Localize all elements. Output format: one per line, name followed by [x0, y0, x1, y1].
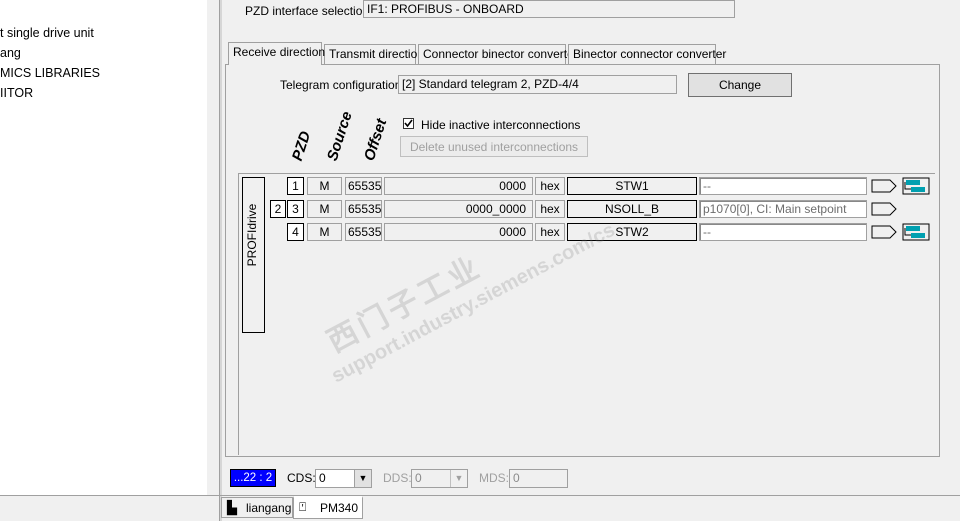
hide-inactive-label: Hide inactive interconnections — [421, 118, 581, 132]
bottom-tab-label: PM340 — [320, 501, 359, 515]
target-field[interactable]: -- — [699, 177, 867, 195]
target-field[interactable]: p1070[0], CI: Main setpoint — [699, 200, 867, 218]
signal-name[interactable]: STW1 — [567, 177, 697, 195]
tree-item-libraries[interactable]: MICS LIBRARIES — [0, 66, 100, 80]
source-cell[interactable]: M — [307, 223, 342, 241]
tab-transmit-direction[interactable]: Transmit direction — [324, 44, 424, 64]
mds-field: 0 — [509, 469, 568, 488]
connector-arrow-icon[interactable] — [870, 200, 898, 218]
tree-item-liangang[interactable]: ang — [0, 46, 21, 60]
pzd-interface-label: PZD interface selection: — [245, 4, 373, 18]
pzd-index: 3 — [287, 200, 304, 218]
delete-unused-button[interactable]: Delete unused interconnections — [400, 136, 588, 157]
project-icon: ▙ — [227, 500, 237, 515]
dds-value: 0 — [415, 471, 422, 485]
splitter-line — [219, 0, 222, 521]
telegram-label: Telegram configuration: — [280, 78, 405, 92]
cds-value: 0 — [319, 471, 326, 485]
connector-arrow-icon[interactable] — [870, 223, 898, 241]
project-tree[interactable]: t single drive unit ang MICS LIBRARIES I… — [0, 0, 208, 496]
change-button[interactable]: Change — [688, 73, 792, 97]
source-cell[interactable]: M — [307, 200, 342, 218]
connector-arrow-icon[interactable] — [870, 177, 898, 195]
tree-item-drive-unit[interactable]: t single drive unit — [0, 26, 94, 40]
pzd-index: 1 — [287, 177, 304, 195]
tab-connector-binector-converter[interactable]: Connector binector converter — [418, 44, 578, 64]
telegram-field: [2] Standard telegram 2, PZD-4/4 — [398, 75, 677, 94]
tree-item-monitor[interactable]: IITOR — [0, 86, 33, 100]
value-cell: 0000_0000 — [384, 200, 533, 218]
chevron-down-icon: ▼ — [450, 470, 467, 487]
interconnect-icon[interactable] — [902, 223, 930, 241]
profidrive-label: PROFIdrive — [245, 203, 259, 267]
target-field[interactable]: -- — [699, 223, 867, 241]
offset-cell[interactable]: 65535 — [345, 177, 382, 195]
format-button[interactable]: hex — [535, 177, 565, 195]
chevron-down-icon[interactable]: ▼ — [354, 470, 371, 487]
dds-select: 0 ▼ — [411, 469, 468, 488]
format-button[interactable]: hex — [535, 200, 565, 218]
bottom-tab-label: liangang — [246, 501, 292, 515]
drive-icon: ⍞ — [299, 500, 307, 514]
bottom-tab-liangang[interactable]: ▙ liangang — [221, 497, 293, 518]
pzd-interface-field: IF1: PROFIBUS - ONBOARD — [363, 0, 735, 18]
cds-label: CDS: — [287, 471, 316, 485]
cds-select[interactable]: 0 ▼ — [315, 469, 372, 488]
tab-binector-connector-converter[interactable]: Binector connector converter — [568, 44, 726, 64]
offset-cell[interactable]: 65535 — [345, 200, 382, 218]
dds-label: DDS: — [383, 471, 412, 485]
bottom-tab-pm340[interactable]: ⍞ PM340 — [293, 496, 363, 519]
offset-cell[interactable]: 65535 — [345, 223, 382, 241]
tab-receive-direction[interactable]: Receive direction — [228, 42, 325, 65]
hide-inactive-checkbox[interactable] — [403, 118, 414, 129]
pzd-pre-index: 2 — [270, 200, 286, 218]
value-cell: 0000 — [384, 223, 533, 241]
profidrive-block: PROFIdrive — [242, 177, 265, 333]
pzd-index: 4 — [287, 223, 304, 241]
mds-label: MDS: — [479, 471, 509, 485]
drive-index-indicator: ...22 : 2 — [230, 469, 276, 487]
value-cell: 0000 — [384, 177, 533, 195]
source-cell[interactable]: M — [307, 177, 342, 195]
interconnect-icon[interactable] — [902, 177, 930, 195]
bottom-divider — [0, 495, 960, 496]
format-button[interactable]: hex — [535, 223, 565, 241]
signal-name[interactable]: NSOLL_B — [567, 200, 697, 218]
